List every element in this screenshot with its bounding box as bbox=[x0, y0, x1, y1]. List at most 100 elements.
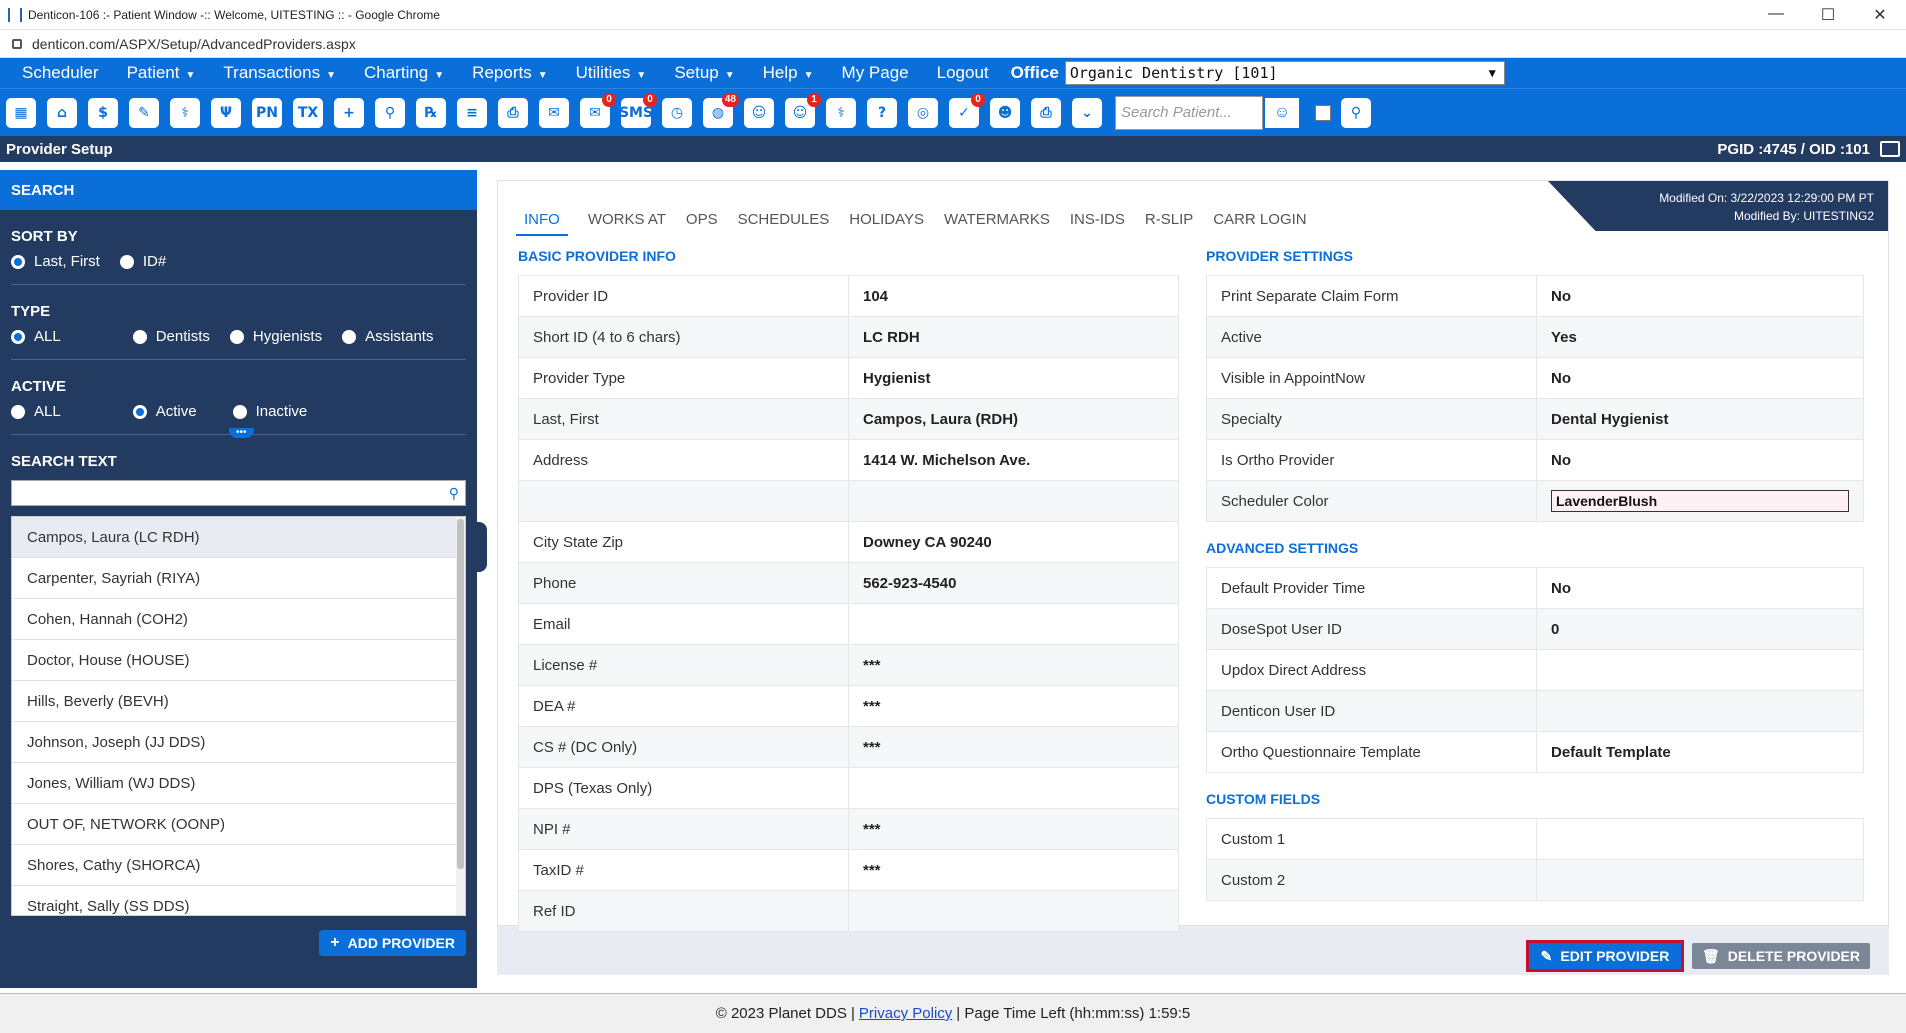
minimize-button[interactable]: — bbox=[1750, 5, 1802, 25]
address-bar[interactable]: denticon.com/ASPX/Setup/AdvancedProvider… bbox=[0, 30, 1906, 58]
team-icon[interactable]: ☺ bbox=[742, 95, 776, 131]
toolbar-checkbox[interactable] bbox=[1315, 104, 1331, 121]
radio-type-all[interactable]: ALL bbox=[11, 328, 61, 345]
provider-list-item[interactable]: Jones, William (WJ DDS) bbox=[12, 763, 465, 804]
more-options-toggle[interactable]: ••• bbox=[229, 428, 254, 438]
menu-patient[interactable]: Patient ▼ bbox=[113, 63, 210, 83]
radio-dot[interactable] bbox=[132, 329, 147, 344]
menu-transactions[interactable]: Transactions ▼ bbox=[209, 63, 350, 83]
radio-dot[interactable] bbox=[119, 254, 134, 269]
home-icon[interactable]: ⌂ bbox=[45, 95, 79, 131]
sidebar-collapse-handle[interactable] bbox=[475, 522, 487, 572]
tx-icon[interactable]: TX bbox=[291, 95, 325, 131]
menu-utilities[interactable]: Utilities ▼ bbox=[562, 63, 661, 83]
delete-provider-button[interactable]: 🗑 DELETE PROVIDER bbox=[1692, 943, 1870, 969]
message-icon[interactable]: ✉ 0 bbox=[578, 92, 616, 131]
url-text[interactable]: denticon.com/ASPX/Setup/AdvancedProvider… bbox=[32, 36, 356, 52]
basic-value: *** bbox=[848, 808, 1179, 850]
tab-info[interactable]: INFO bbox=[516, 211, 568, 236]
print-icon[interactable]: ⎙ bbox=[1029, 95, 1063, 131]
group-search-icon[interactable]: ⚲ bbox=[1339, 95, 1373, 131]
provider-list-item[interactable]: OUT OF, NETWORK (OONP) bbox=[12, 804, 465, 845]
provider-list-item[interactable]: Carpenter, Sayriah (RIYA) bbox=[12, 558, 465, 599]
privacy-policy-link[interactable]: Privacy Policy bbox=[859, 1005, 952, 1022]
sms-icon[interactable]: SMS 0 bbox=[619, 92, 657, 131]
radio-type-dentists[interactable]: Dentists bbox=[132, 328, 210, 345]
menu-reports[interactable]: Reports ▼ bbox=[458, 63, 561, 83]
menu-setup[interactable]: Setup ▼ bbox=[660, 63, 748, 83]
dollar-icon[interactable]: $ bbox=[86, 95, 120, 131]
radio-dot[interactable] bbox=[11, 329, 25, 344]
search-icon[interactable]: ⚲ bbox=[449, 485, 459, 502]
tab-schedules[interactable]: SCHEDULES bbox=[738, 211, 830, 236]
add-family-icon[interactable]: ⚲ bbox=[373, 95, 407, 131]
radio-type-assistants[interactable]: Assistants bbox=[342, 328, 433, 345]
close-window-button[interactable]: ✕ bbox=[1854, 5, 1906, 25]
email-icon[interactable]: ✉ bbox=[537, 95, 571, 131]
radio-dot[interactable] bbox=[132, 404, 147, 419]
patient-search-icon[interactable]: ☺ bbox=[1263, 95, 1301, 130]
claims-icon[interactable]: ✓ 0 bbox=[947, 92, 985, 131]
provider-list-item[interactable]: Cohen, Hannah (COH2) bbox=[12, 599, 465, 640]
edit-provider-button[interactable]: ✎ EDIT PROVIDER bbox=[1526, 940, 1684, 972]
family-icon[interactable]: ☻ bbox=[988, 95, 1022, 131]
notes-icon[interactable]: ✎ bbox=[127, 95, 161, 131]
provider-settings-table: Print Separate Claim Form No Active Yes Visi… bbox=[1206, 275, 1864, 522]
radio-sort-by-id[interactable]: ID# bbox=[119, 253, 166, 270]
alert-icon[interactable]: ☺ 1 bbox=[783, 92, 821, 131]
tooth-icon[interactable]: ⚕ bbox=[824, 95, 858, 131]
add-provider-button[interactable]: + ADD PROVIDER bbox=[319, 930, 466, 956]
tab-r-slip[interactable]: R-SLIP bbox=[1145, 211, 1193, 236]
tooth-chart-icon[interactable]: ⚕ bbox=[168, 95, 202, 131]
perio-icon[interactable]: Ψ bbox=[209, 95, 243, 131]
provider-list-item[interactable]: Johnson, Joseph (JJ DDS) bbox=[12, 722, 465, 763]
maximize-button[interactable]: ☐ bbox=[1802, 5, 1854, 25]
shield-down-icon[interactable]: ⌄ bbox=[1070, 95, 1104, 131]
tab-ops[interactable]: OPS bbox=[686, 211, 718, 236]
provider-list-item[interactable]: Campos, Laura (LC RDH) bbox=[12, 517, 465, 558]
radio-active-all[interactable]: ALL bbox=[11, 403, 61, 420]
pn-icon[interactable]: PN bbox=[250, 95, 284, 131]
radio-dot[interactable] bbox=[11, 254, 25, 269]
document-icon[interactable]: ≡ bbox=[455, 95, 489, 131]
printer-icon[interactable] bbox=[1880, 141, 1900, 157]
web-icon[interactable]: ◍ 48 bbox=[701, 92, 739, 131]
tab-watermarks[interactable]: WATERMARKS bbox=[944, 211, 1050, 236]
radio-dot[interactable] bbox=[229, 329, 244, 344]
menu-scheduler[interactable]: Scheduler bbox=[8, 63, 113, 83]
radio-dot[interactable] bbox=[342, 329, 357, 344]
search-text-input[interactable]: ⚲ bbox=[11, 480, 466, 506]
settings-value: LavenderBlush bbox=[1536, 480, 1864, 522]
provider-list-item[interactable]: Straight, Sally (SS DDS) bbox=[12, 886, 465, 915]
menu-charting[interactable]: Charting ▼ bbox=[350, 63, 458, 83]
globe-search-icon[interactable]: ◎ bbox=[906, 95, 940, 131]
office-select[interactable]: Organic Dentistry [101] ▼ bbox=[1064, 61, 1505, 85]
provider-list-item[interactable]: Shores, Cathy (SHORCA) bbox=[12, 845, 465, 886]
rx-icon[interactable]: ℞ bbox=[414, 95, 448, 131]
search-patient-input[interactable]: Search Patient... bbox=[1115, 95, 1263, 130]
chevron-down-icon[interactable]: ▼ bbox=[1489, 66, 1496, 80]
tab-carr-login[interactable]: CARR LOGIN bbox=[1213, 211, 1306, 236]
provider-list-item[interactable]: Doctor, House (HOUSE) bbox=[12, 640, 465, 681]
menu-logout[interactable]: Logout bbox=[923, 63, 1003, 83]
scheduler-color-field[interactable]: LavenderBlush bbox=[1551, 490, 1849, 512]
radio-active-inactive[interactable]: Inactive bbox=[232, 403, 307, 420]
help-tooth-icon[interactable]: ? bbox=[865, 95, 899, 131]
add-patient-icon[interactable]: + bbox=[332, 95, 366, 131]
provider-list-item[interactable]: Hills, Beverly (BEVH) bbox=[12, 681, 465, 722]
radio-sort-by-last-first[interactable]: Last, First bbox=[11, 253, 100, 270]
menu-my-page[interactable]: My Page bbox=[828, 63, 923, 83]
tab-holidays[interactable]: HOLIDAYS bbox=[849, 211, 924, 236]
radio-type-hygienists[interactable]: Hygienists bbox=[229, 328, 322, 345]
scan-icon[interactable]: ⎙ bbox=[496, 95, 530, 131]
provider-list-scrollbar[interactable] bbox=[456, 517, 465, 915]
tab-works-at[interactable]: WORKS AT bbox=[588, 211, 666, 236]
calendar-icon[interactable]: ▦ bbox=[4, 95, 38, 131]
menu-label: Help bbox=[762, 63, 798, 82]
clock-icon[interactable]: ◷ bbox=[660, 95, 694, 131]
radio-dot[interactable] bbox=[11, 404, 25, 419]
radio-dot[interactable] bbox=[232, 404, 247, 419]
tab-ins-ids[interactable]: INS-IDS bbox=[1070, 211, 1125, 236]
menu-help[interactable]: Help ▼ bbox=[749, 63, 828, 83]
radio-active-active[interactable]: Active bbox=[132, 403, 197, 420]
